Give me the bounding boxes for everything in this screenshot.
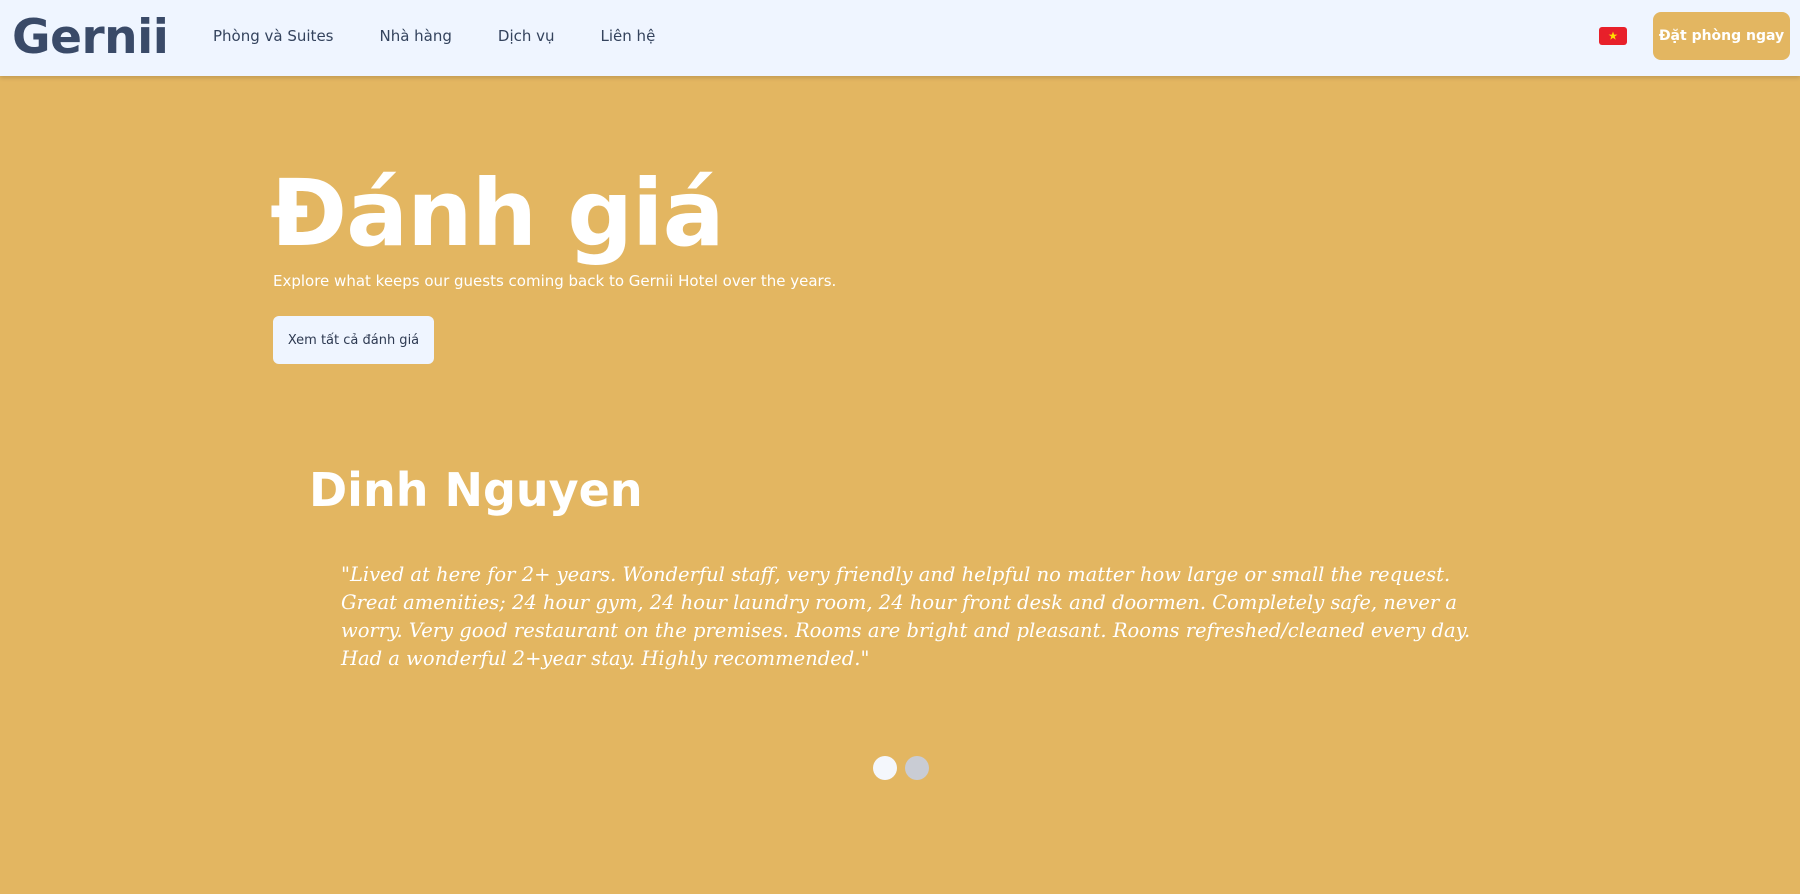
review-quote: "Lived at here for 2+ years. Wonderful s… [341,563,1471,670]
view-all-reviews-button[interactable]: Xem tất cả đánh giá [273,316,434,364]
book-now-button[interactable]: Đặt phòng ngay [1653,12,1790,60]
vietnam-flag-icon[interactable] [1599,27,1627,45]
top-navbar: Gernii Phòng và Suites Nhà hàng Dịch vụ … [0,0,1800,76]
page-subtitle: Explore what keeps our guests coming bac… [273,272,837,290]
page-title: Đánh giá [270,160,725,267]
nav-link-restaurant[interactable]: Nhà hàng [379,26,451,46]
logo[interactable]: Gernii [12,10,169,66]
nav-link-services[interactable]: Dịch vụ [498,26,555,46]
reviewer-name: Dinh Nguyen [309,463,643,517]
nav-link-contact[interactable]: Liên hệ [601,26,656,46]
nav-links: Phòng và Suites Nhà hàng Dịch vụ Liên hệ [213,26,655,46]
carousel-dot-1[interactable] [873,756,897,780]
carousel-dot-2[interactable] [905,756,929,780]
carousel-dots [873,756,929,780]
flag-star-icon [1608,31,1618,40]
nav-link-rooms-suites[interactable]: Phòng và Suites [213,26,333,46]
